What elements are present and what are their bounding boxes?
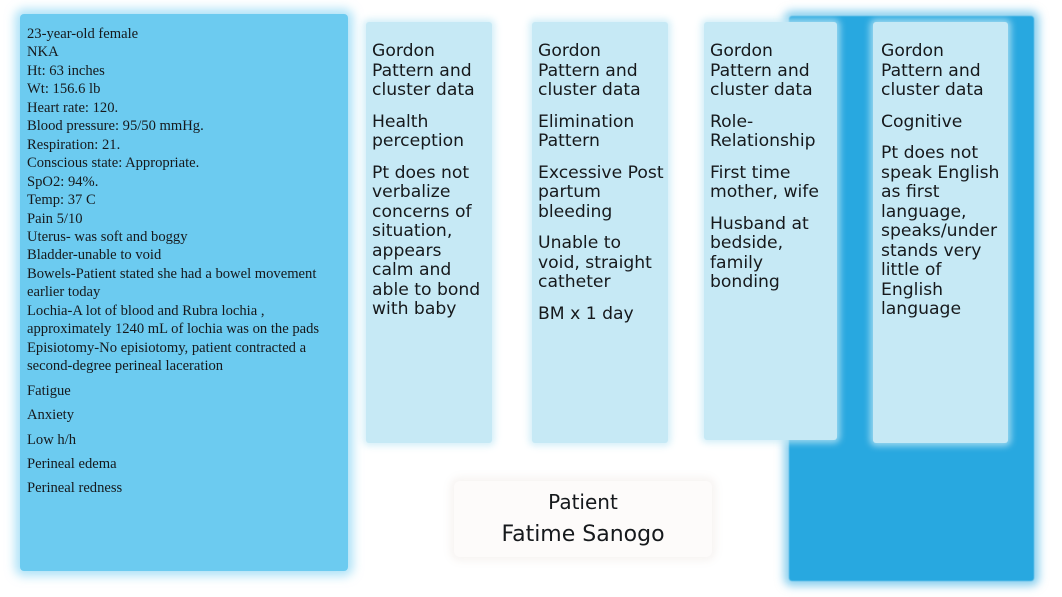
assessment-line: Anxiety <box>27 407 75 424</box>
card-cluster-data: First time mother, wife <box>710 162 819 203</box>
card-cluster-data: Pt does not verbalize concerns of situat… <box>372 162 481 320</box>
assessment-line: Uterus- was soft and boggy <box>27 228 188 245</box>
card-content: Gordon Pattern and cluster data Health p… <box>372 41 488 320</box>
assessment-line: 23-year-old female <box>27 26 139 42</box>
card-heading: Gordon Pattern and cluster data <box>710 41 813 101</box>
assessment-line: NKA <box>27 44 59 61</box>
assessment-line: Episiotomy-No episiotomy, patient contra… <box>27 339 307 375</box>
patient-name: Fatime Sanogo <box>501 521 665 547</box>
assessment-line: Perineal redness <box>27 480 123 497</box>
assessment-line: Pain 5/10 <box>27 210 83 227</box>
card-heading: Gordon Pattern and cluster data <box>881 41 984 101</box>
assessment-data-list: 23-year-old female NKA Ht: 63 inches Wt: 15… <box>27 25 345 498</box>
assessment-line: Lochia-A lot of blood and Rubra lochia ,… <box>27 302 320 338</box>
card-content: Gordon Pattern and cluster data Role-Rel… <box>710 41 833 293</box>
gordon-pattern-card-cognitive[interactable]: Gordon Pattern and cluster data Cognitiv… <box>873 22 1008 443</box>
assessment-line: Bowels-Patient stated she had a bowel mo… <box>27 265 317 301</box>
assessment-line: Blood pressure: 95/50 mmHg. <box>27 118 204 135</box>
card-content: Gordon Pattern and cluster data Cognitiv… <box>881 41 1004 320</box>
card-cluster-data: Pt does not speak English as first langu… <box>881 143 1000 320</box>
card-pattern-name: Role-Relationship <box>710 111 816 152</box>
assessment-line: Wt: 156.6 lb <box>27 81 101 98</box>
assessment-line: SpO2: 94%. <box>27 173 99 190</box>
card-pattern-name: Cognitive <box>881 111 963 132</box>
patient-label: Patient <box>548 489 618 514</box>
card-cluster-data: Unable to void, straight catheter <box>538 233 652 293</box>
assessment-line: Bladder-unable to void <box>27 247 162 264</box>
card-pattern-name: Health perception <box>372 111 465 152</box>
card-cluster-data: Excessive Post partum bleeding <box>538 162 664 222</box>
assessment-line: Perineal edema <box>27 455 117 472</box>
card-pattern-name: Elimination Pattern <box>538 111 635 152</box>
assessment-line: Low h/h <box>27 431 77 448</box>
assessment-data-panel: 23-year-old female NKA Ht: 63 inches Wt: 15… <box>20 14 348 571</box>
card-cluster-data: BM x 1 day <box>538 303 634 324</box>
card-cluster-data: Husband at bedside, family bonding <box>710 213 809 293</box>
patient-identifier-box[interactable]: Patient Fatime Sanogo <box>454 481 712 557</box>
assessment-line: Conscious state: Appropriate. <box>27 155 200 172</box>
assessment-line: Ht: 63 inches <box>27 62 105 79</box>
card-heading: Gordon Pattern and cluster data <box>372 41 475 101</box>
card-content: Gordon Pattern and cluster data Eliminat… <box>538 41 664 324</box>
assessment-line: Respiration: 21. <box>27 136 121 153</box>
assessment-line: Heart rate: 120. <box>27 99 119 116</box>
gordon-pattern-card-health-perception[interactable]: Gordon Pattern and cluster data Health p… <box>366 22 492 443</box>
assessment-line: Fatigue <box>27 382 71 399</box>
gordon-pattern-card-elimination-pattern[interactable]: Gordon Pattern and cluster data Eliminat… <box>532 22 668 443</box>
assessment-line: Temp: 37 C <box>27 192 96 209</box>
card-heading: Gordon Pattern and cluster data <box>538 41 641 101</box>
gordon-pattern-card-role-relationship[interactable]: Gordon Pattern and cluster data Role-Rel… <box>704 22 837 440</box>
